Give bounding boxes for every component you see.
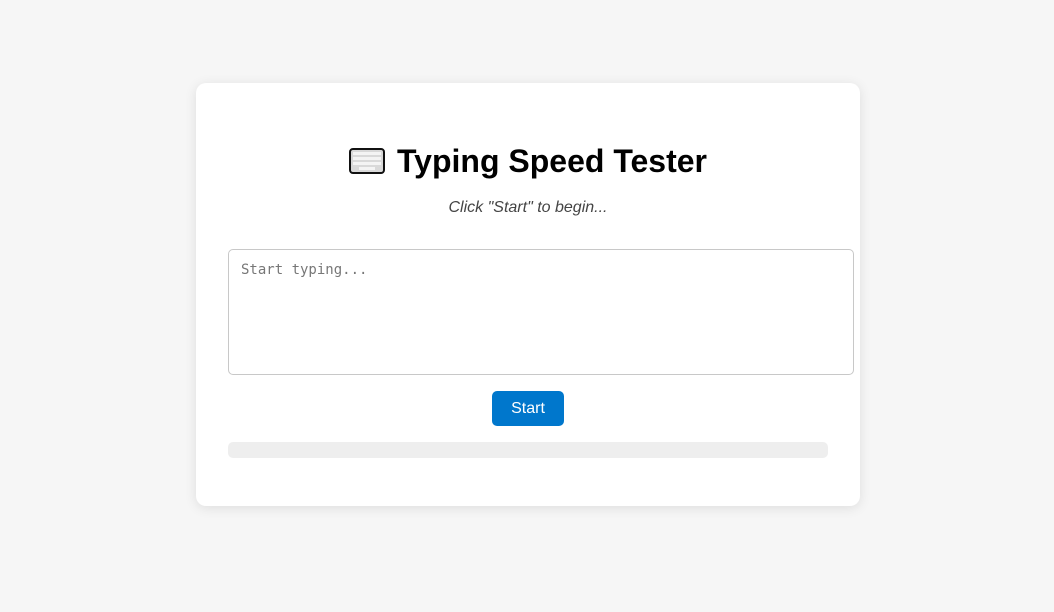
progress-bar [228,442,828,458]
keyboard-icon [349,141,385,174]
page-title: Typing Speed Tester [196,139,860,183]
page-title-text: Typing Speed Tester [397,143,707,179]
status-message: Click "Start" to begin... [448,199,608,216]
typing-input[interactable] [228,249,854,375]
typing-test-card: Typing Speed Tester Click "Start" to beg… [196,83,860,506]
start-button[interactable]: Start [492,391,564,426]
